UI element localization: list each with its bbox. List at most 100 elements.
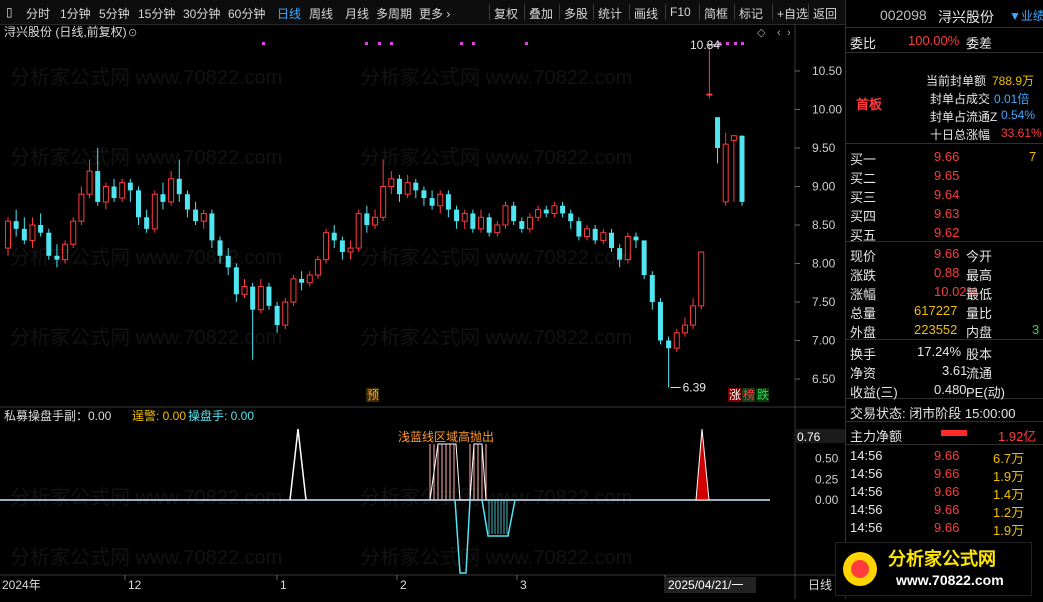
watermark-text: 分析家公式网 www.70822.com: [10, 246, 282, 269]
date-label: 2: [400, 578, 407, 592]
quote-label-2: 内盘: [966, 325, 993, 340]
candle-body-up: [86, 170, 93, 195]
toolbar-separator: [699, 4, 700, 20]
period-tab-9[interactable]: 多周期: [376, 5, 412, 22]
tick-time: 14:56: [850, 448, 883, 463]
quote-label-2: 最低: [966, 287, 993, 302]
trade-state: 交易状态: 闭市阶段 15:00:00: [850, 406, 1016, 421]
signal-dot: [365, 42, 368, 45]
toolbar-action-8[interactable]: +自选: [777, 5, 808, 22]
candle-body-up: [119, 182, 126, 199]
toolbar-separator: [489, 4, 490, 20]
period-tab-4[interactable]: 30分钟: [183, 5, 220, 22]
candle-body-up: [347, 247, 354, 253]
watermark-text: 分析家公式网 www.70822.com: [10, 146, 282, 169]
panel-row: 14:56 9.66 6.7万: [846, 447, 1043, 466]
panel-row: 涨跌 0.88 最高: [846, 264, 1043, 283]
candle-body-down: [666, 340, 672, 349]
panel-row: 收益(三) 0.480 PE(动): [846, 381, 1043, 400]
candle-body-up: [323, 232, 330, 261]
candle-body-up: [102, 186, 109, 203]
toolbar-action-1[interactable]: 叠加: [529, 5, 553, 22]
period-tab-6[interactable]: 日线: [277, 5, 301, 22]
ad-banner[interactable]: 分析家公式网 www.70822.com: [835, 542, 1032, 596]
watermark-text: 分析家公式网 www.70822.com: [360, 486, 632, 509]
panel-row: 总量 617227 量比: [846, 302, 1043, 321]
list-badge: 榜: [743, 387, 755, 402]
watermark-text: 分析家公式网 www.70822.com: [360, 66, 632, 89]
quote-panel: 002098 浔兴股份 ▼业绩 委比 100.00% 委差 当前封单额 788.…: [845, 0, 1043, 599]
stock-code: 002098: [880, 7, 927, 23]
panel-row: 买三 9.64: [846, 186, 1043, 205]
kline-chart-area[interactable]: 浔兴股份 (日线,前复权) ⊙ ◇ ‹ › 10.50 10.00 9.50 9.00 8.50 8…: [0, 24, 845, 599]
candle-body-down: [193, 209, 199, 222]
ad-title: 分析家公式网: [888, 548, 996, 569]
toolbar-action-3[interactable]: 统计: [598, 5, 622, 22]
ad-url: www.70822.com: [895, 572, 1004, 588]
watermark-text: 分析家公式网 www.70822.com: [360, 326, 632, 349]
seal-amount-label: 当前封单额: [926, 74, 987, 88]
bid-price: 9.66: [934, 149, 960, 164]
toolbar-action-0[interactable]: 复权: [494, 5, 518, 22]
period-tab-3[interactable]: 15分钟: [138, 5, 175, 22]
candle-body-down: [568, 213, 574, 222]
axis-mode-label: 日线: [808, 578, 832, 592]
toolbar-action-6[interactable]: 简框: [704, 5, 728, 22]
panel-row: 14:56 9.66 1.9万: [846, 519, 1043, 538]
bid-volume: 7: [1029, 149, 1037, 164]
toolbar-action-7[interactable]: 标记: [739, 5, 763, 22]
panel-row: 14:56 9.66 1.4万: [846, 483, 1043, 502]
period-tab-5[interactable]: 60分钟: [228, 5, 265, 22]
period-tab-10[interactable]: 更多 ›: [419, 5, 450, 22]
pre-badge: 预: [367, 388, 379, 402]
candle-body-down: [519, 221, 525, 229]
quote-label: 涨跌: [850, 268, 877, 283]
toolbar-action-9[interactable]: 返回: [813, 5, 837, 22]
toolbar-action-4[interactable]: 画线: [634, 5, 658, 22]
candle-body-up: [282, 301, 289, 326]
weibi-value: 100.00%: [908, 33, 960, 48]
watermark-text: 分析家公式网 www.70822.com: [10, 66, 282, 89]
indicator-tick-label: 0.25: [815, 472, 839, 486]
stat-value: 17.24%: [917, 344, 962, 359]
date-label: 3: [520, 578, 527, 592]
candle-body-down: [233, 267, 239, 295]
period-tab-7[interactable]: 周线: [309, 5, 333, 22]
stat-value: 0.480: [934, 382, 967, 397]
candle-body-down: [739, 135, 745, 202]
panel-row: 14:56 9.66 1.2万: [846, 501, 1043, 520]
candle-body-down: [144, 217, 150, 229]
candle-body-down: [111, 186, 117, 199]
indicator-spike: [289, 428, 307, 501]
candle-body-down: [95, 171, 101, 202]
bid-price: 9.65: [934, 168, 960, 183]
signal-dot: [726, 42, 729, 45]
period-tab-0[interactable]: 分时: [26, 5, 50, 22]
chevron-down-icon: ⊙: [128, 27, 137, 39]
bid-label: 买二: [850, 171, 877, 186]
period-tab-8[interactable]: 月线: [345, 5, 369, 22]
price-tick-label: 7.50: [812, 295, 836, 309]
ten-day-value: 33.61%: [1001, 126, 1042, 140]
limit-up-badge: 涨: [729, 387, 741, 402]
quote-label-2: 最高: [966, 268, 993, 283]
period-tab-1[interactable]: 1分钟: [60, 5, 91, 22]
toolbar-action-2[interactable]: 多股: [564, 5, 588, 22]
ten-day-label: 十日总涨幅: [930, 128, 991, 142]
panel-row: 净资 3.61 流通: [846, 362, 1043, 381]
date-label: 12: [128, 578, 142, 592]
signal-dot: [525, 42, 528, 45]
toolbar-action-5[interactable]: F10: [670, 5, 691, 19]
period-tab-2[interactable]: 5分钟: [99, 5, 130, 22]
candle-body-up: [673, 332, 680, 349]
signal-dot: [734, 42, 737, 45]
layout-icon[interactable]: ▯: [6, 5, 13, 19]
toolbar-separator: [772, 4, 773, 20]
indicator-tick-label: 0.50: [815, 452, 839, 466]
bid-label: 买五: [850, 228, 877, 243]
bid-price: 9.63: [934, 206, 960, 221]
performance-tag[interactable]: ▼业绩: [1009, 7, 1043, 24]
chart-canvas[interactable]: 浔兴股份 (日线,前复权) ⊙ ◇ ‹ ›10.5010.009.509.008.508…: [0, 24, 845, 599]
bid-label: 买一: [850, 152, 877, 167]
watermark-text: 分析家公式网 www.70822.com: [10, 486, 282, 509]
